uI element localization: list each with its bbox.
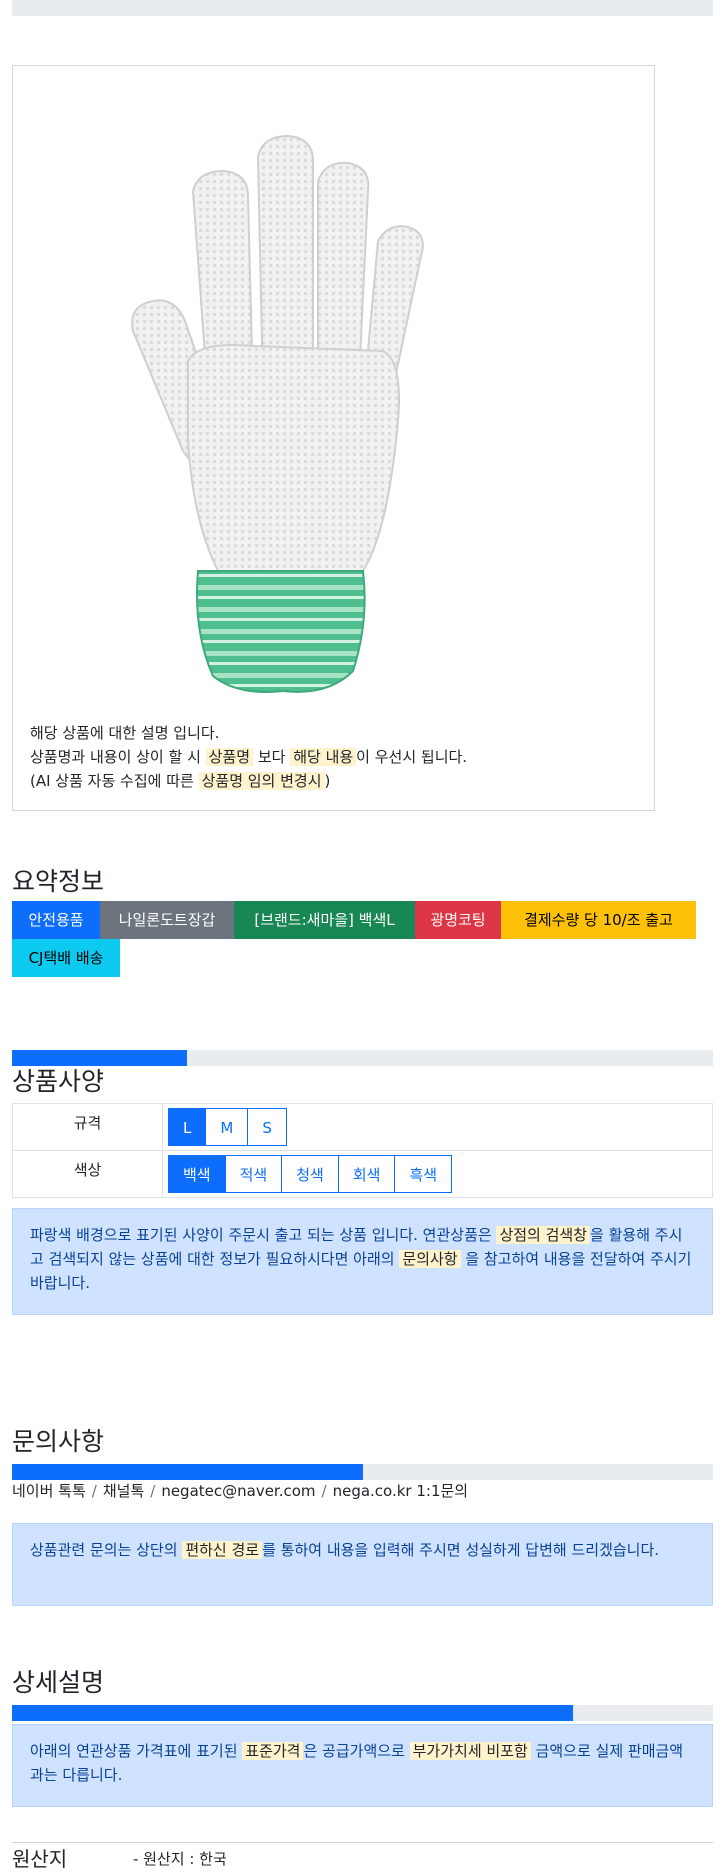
contact-separator: / [150, 1482, 156, 1500]
summary-title: 요약정보 [12, 867, 105, 896]
desc-line-1: 해당 상품에 대한 설명 입니다. [30, 724, 220, 742]
desc-line-2: 상품명과 내용이 상이 할 시 상품명 보다 해당 내용 이 우선시 됩니다. [30, 748, 468, 766]
tag-nylon-dot-glove[interactable]: 나일론도트장갑 [100, 901, 234, 939]
highlight-product-name: 상품명 [205, 748, 254, 766]
highlight-name-change: 상품명 임의 변경시 [198, 772, 325, 790]
desc-line-3: (AI 상품 자동 수집에 따른 상품명 임의 변경시) [30, 772, 331, 790]
origin-value: - 원산지 : 한국 [133, 1850, 227, 1868]
tag-delivery[interactable]: CJ택배 배송 [12, 939, 120, 977]
detail-notice: 아래의 연관상품 가격표에 표기된 표준가격 은 공급가액으로 부가가치세 비포함… [12, 1724, 713, 1807]
contact-email[interactable]: negatec@naver.com [161, 1482, 315, 1500]
spec-label-color: 색상 [12, 1150, 163, 1198]
tag-safety-products[interactable]: 안전용품 [12, 901, 100, 939]
spec-options-size: LMS [162, 1103, 713, 1151]
origin-divider [12, 1842, 713, 1843]
size-option-s[interactable]: S [247, 1108, 287, 1146]
tag-brand[interactable]: [브랜드:새마을] 백색L [234, 901, 415, 939]
highlight-content: 해당 내용 [290, 748, 357, 766]
contact-channel-talk[interactable]: 채널톡 [103, 1482, 144, 1500]
spec-row-size: 규격 LMS [12, 1103, 713, 1151]
spec-table: 규격 LMS 색상 백색 적색 청색 회색 흑색 [12, 1103, 713, 1198]
contact-website-inquiry[interactable]: nega.co.kr 1:1문의 [333, 1482, 469, 1500]
spec-progress-bar [12, 1050, 713, 1066]
highlight-preferred-route: 편하신 경로 [182, 1541, 263, 1559]
contact-separator: / [321, 1482, 327, 1500]
size-option-l[interactable]: L [168, 1108, 207, 1146]
tag-coating[interactable]: 광명코팅 [415, 901, 501, 939]
spec-title: 상품사양 [12, 1067, 105, 1096]
top-progress-bar [12, 0, 713, 16]
spec-row-color: 색상 백색 적색 청색 회색 흑색 [12, 1150, 713, 1198]
highlight-inquiry: 문의사항 [399, 1250, 461, 1268]
product-card: 해당 상품에 대한 설명 입니다. 상품명과 내용이 상이 할 시 상품명 보다… [12, 65, 655, 811]
highlight-standard-price: 표준가격 [242, 1742, 304, 1760]
contact-separator: / [91, 1482, 97, 1500]
size-option-m[interactable]: M [205, 1108, 249, 1146]
product-description: 해당 상품에 대한 설명 입니다. 상품명과 내용이 상이 할 시 상품명 보다… [30, 721, 467, 793]
glove-product-image [131, 134, 424, 693]
color-option-black[interactable]: 흑색 [394, 1155, 453, 1193]
highlight-vat-excluded: 부가가치세 비포함 [409, 1742, 531, 1760]
color-option-gray[interactable]: 회색 [337, 1155, 396, 1193]
detail-title: 상세설명 [12, 1668, 105, 1697]
inquiry-progress-bar [12, 1464, 713, 1480]
spec-label-size: 규격 [12, 1103, 163, 1151]
contact-list: 네이버 톡톡 / 채널톡 / negatec@naver.com / nega.co.kr … [12, 1480, 468, 1501]
spec-options-color: 백색 적색 청색 회색 흑색 [162, 1150, 713, 1198]
contact-naver-talk[interactable]: 네이버 톡톡 [12, 1482, 86, 1500]
tag-order-quantity[interactable]: 결제수량 당 10/조 출고 [501, 901, 696, 939]
inquiry-title: 문의사항 [12, 1427, 105, 1456]
color-option-white[interactable]: 백색 [168, 1155, 226, 1193]
detail-progress-fill [12, 1705, 573, 1721]
highlight-store-search: 상점의 검색창 [496, 1226, 591, 1244]
color-option-red[interactable]: 적색 [224, 1155, 283, 1193]
inquiry-notice: 상품관련 문의는 상단의 편하신 경로 를 통하여 내용을 입력해 주시면 성실하… [12, 1523, 713, 1606]
spec-notice: 파랑색 배경으로 표기된 사양이 주문시 출고 되는 상품 입니다. 연관상품은… [12, 1208, 713, 1315]
detail-progress-bar [12, 1705, 713, 1721]
inquiry-progress-fill [12, 1464, 363, 1480]
color-option-blue[interactable]: 청색 [281, 1155, 339, 1193]
